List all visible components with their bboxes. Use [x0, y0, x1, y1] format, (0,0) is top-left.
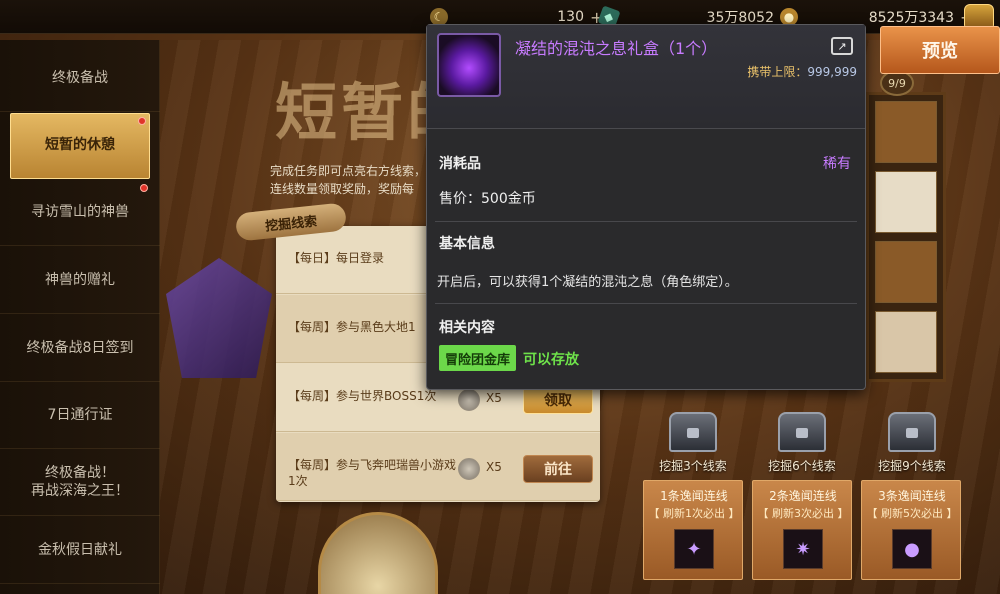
basic-info-header: 基本信息: [439, 236, 495, 252]
chaos-giftbox-icon: [437, 33, 501, 97]
sidebar-item-short-rest[interactable]: 短暂的休憩: [10, 113, 150, 179]
sidebar-item-ultimate-prep[interactable]: 终极备战: [0, 46, 160, 112]
clue-grid: [866, 92, 946, 382]
divider: [435, 221, 857, 222]
related-header: 相关内容: [439, 320, 495, 336]
item-price: 售价：500金币: [439, 191, 536, 207]
event-description: 完成任务即可点亮右方线索，连线数量领取奖励，奖励每: [270, 164, 427, 196]
clue-cell[interactable]: [875, 171, 937, 233]
item-tooltip: 凝结的混沌之息礼盒（1个） ↗ 携带上限：999,999 消耗品 稀有 售价：5…: [426, 24, 866, 390]
reward-chest-6[interactable]: [778, 412, 826, 452]
sidebar-item-label: 终极备战: [52, 69, 108, 86]
basic-info-text: 开启后，可以获得1个凝结的混沌之息（角色绑定）。: [437, 275, 738, 290]
event-sidebar: 终极备战 短暂的休憩 寻访雪山的神兽 神兽的赠礼 终极备战8日签到 7日通行证 …: [0, 40, 160, 594]
treasure-chest-icon[interactable]: [964, 4, 994, 28]
account-vault-tag[interactable]: 冒险团金库: [439, 345, 517, 371]
storable-text: 可以存放: [523, 352, 579, 368]
sidebar-item-7day-pass[interactable]: 7日通行证: [0, 383, 160, 449]
sidebar-item-beast-gift[interactable]: 神兽的赠礼: [0, 248, 160, 314]
sidebar-item-label: 终极备战8日签到: [26, 339, 134, 356]
divider: [435, 303, 857, 304]
notification-dot: [138, 117, 146, 125]
item-rarity: 稀有: [823, 156, 851, 172]
chest-label: 挖掘3个线索: [659, 459, 727, 473]
item-type: 消耗品: [439, 156, 481, 172]
share-icon[interactable]: ↗: [831, 37, 853, 55]
chest-label: 挖掘9个线索: [878, 459, 946, 473]
carry-limit: 携带上限：999,999: [727, 63, 857, 80]
reward-count: X5: [486, 391, 502, 405]
sidebar-item-label: 7日通行证: [47, 406, 113, 423]
chaos-orb-icon: ●: [892, 529, 932, 569]
task-text: 【每周】参与飞奔吧瑞兽小游戏1次: [288, 458, 457, 488]
notification-dot: [140, 184, 148, 192]
link-card-3[interactable]: 3条逸闻连线 【 刷新5次必出 】 ●: [861, 480, 961, 580]
clue-cell[interactable]: [875, 241, 937, 303]
sidebar-item-8day-signin[interactable]: 终极备战8日签到: [0, 316, 160, 382]
star-rune-icon: ✷: [783, 529, 823, 569]
link-card-1[interactable]: 1条逸闻连线 【 刷新1次必出 】 ✦: [643, 480, 743, 580]
sidebar-item-label: 短暂的休憩: [45, 137, 115, 154]
sidebar-item-autumn-gift[interactable]: 金秋假日献礼: [0, 518, 160, 584]
go-button[interactable]: 前往: [523, 455, 593, 483]
sidebar-item-snow-beast[interactable]: 寻访雪山的神兽: [0, 180, 160, 246]
task-text: 【每周】参与世界BOSS1次: [288, 389, 437, 403]
carry-limit-label: 携带上限：: [747, 65, 808, 79]
sidebar-item-label: 神兽的赠礼: [45, 271, 115, 288]
card-title: 1条逸闻连线: [660, 489, 728, 503]
sidebar-item-label: 终极备战！ 再战深海之王！: [31, 465, 129, 499]
sidebar-item-deep-sea-king[interactable]: 终极备战！ 再战深海之王！: [0, 450, 160, 516]
chest-label: 挖掘6个线索: [768, 459, 836, 473]
sidebar-item-label: 寻访雪山的神兽: [31, 203, 129, 220]
card-title: 2条逸闻连线: [769, 489, 837, 503]
reward-coin-icon: [458, 458, 480, 480]
sidebar-item-label: 金秋假日献礼: [38, 541, 122, 558]
task-row: 【每周】参与飞奔吧瑞兽小游戏1次 X5 前往: [276, 433, 600, 501]
preview-button[interactable]: 预览: [880, 26, 1000, 74]
clue-cell[interactable]: [875, 101, 937, 163]
tooltip-header: 凝结的混沌之息礼盒（1个） ↗ 携带上限：999,999: [427, 25, 865, 129]
card-subtitle: 【 刷新3次必出 】: [757, 507, 849, 520]
item-name: 凝结的混沌之息礼盒（1个）: [515, 39, 718, 58]
reward-coin-icon: [458, 389, 480, 411]
link-card-2[interactable]: 2条逸闻连线 【 刷新3次必出 】 ✷: [752, 480, 852, 580]
rune-icon: ✦: [674, 529, 714, 569]
card-subtitle: 【 刷新5次必出 】: [866, 507, 958, 520]
card-title: 3条逸闻连线: [878, 489, 946, 503]
reward-count: X5: [486, 460, 502, 474]
currency-value: 130: [557, 9, 584, 25]
reward-chest-3[interactable]: [669, 412, 717, 452]
clue-cell[interactable]: [875, 311, 937, 373]
card-subtitle: 【 刷新1次必出 】: [648, 507, 740, 520]
reward-chest-9[interactable]: [888, 412, 936, 452]
claim-button[interactable]: 领取: [523, 386, 593, 414]
carry-limit-value: 999,999: [807, 65, 857, 79]
